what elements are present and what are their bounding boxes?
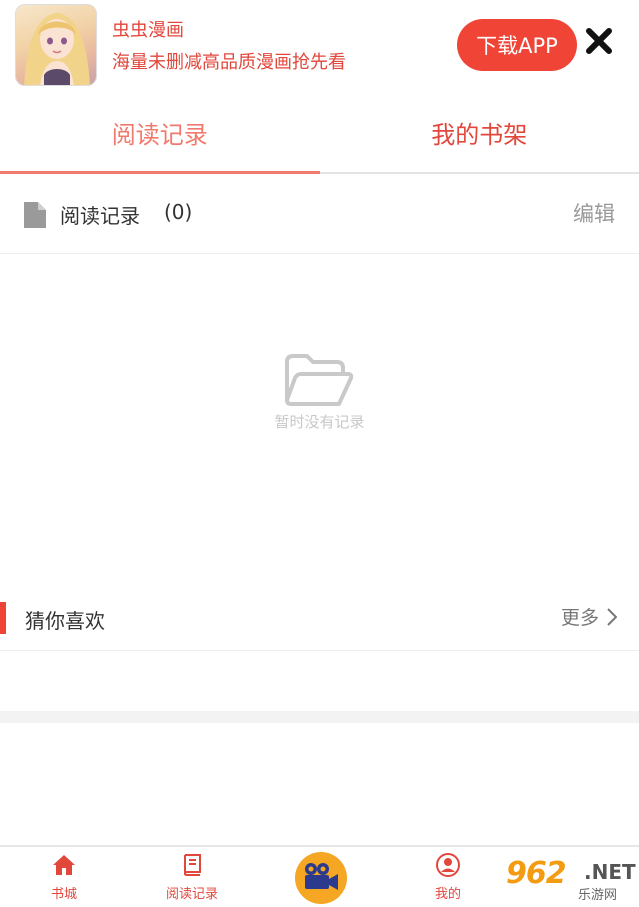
nav-reading-history[interactable]: 阅读记录	[147, 853, 237, 902]
document-icon	[24, 202, 46, 228]
recommend-title: 猜你喜欢	[25, 609, 105, 633]
nav-video-button[interactable]	[295, 852, 347, 904]
app-download-banner: 虫虫漫画 海量未删减高品质漫画抢先看 下载APP	[0, 0, 639, 92]
tab-bar: 阅读记录 我的书架	[0, 92, 639, 174]
chevron-right-icon	[607, 607, 617, 626]
site-watermark: 962 .NET 乐游网	[500, 852, 636, 903]
tab-reading-history[interactable]: 阅读记录	[0, 92, 320, 174]
edit-button[interactable]: 编辑	[573, 198, 615, 228]
section-accent-bar	[0, 602, 6, 634]
app-icon[interactable]	[15, 4, 97, 86]
video-camera-icon	[302, 861, 340, 895]
empty-state-text: 暂时没有记录	[274, 413, 365, 431]
nav-bookstore[interactable]: 书城	[19, 853, 109, 902]
user-icon	[436, 853, 460, 877]
watermark-sub: 乐游网	[578, 888, 618, 903]
history-title: 阅读记录	[60, 204, 140, 228]
app-name: 虫虫漫画	[112, 20, 184, 41]
empty-folder-icon	[283, 352, 355, 408]
app-slogan: 海量未删减高品质漫画抢先看	[112, 52, 346, 73]
download-app-button[interactable]: 下载APP	[457, 19, 577, 71]
nav-mine-label: 我的	[434, 887, 461, 902]
recommend-header: 猜你喜欢 更多	[0, 589, 639, 651]
watermark-number: 962	[506, 856, 567, 891]
close-icon[interactable]	[583, 25, 615, 57]
history-count: (0)	[164, 200, 193, 224]
nav-mine[interactable]: 我的	[403, 853, 493, 902]
watermark-domain: .NET	[584, 860, 636, 884]
tab-my-bookshelf[interactable]: 我的书架	[320, 92, 639, 172]
history-header: 阅读记录 (0) 编辑	[0, 176, 639, 254]
nav-reading-history-label: 阅读记录	[165, 887, 218, 902]
nav-bookstore-label: 书城	[50, 887, 77, 902]
section-divider	[0, 711, 639, 723]
home-icon	[52, 853, 76, 877]
book-icon	[180, 853, 204, 877]
more-label: 更多	[560, 607, 599, 629]
more-button[interactable]: 更多	[561, 603, 617, 630]
